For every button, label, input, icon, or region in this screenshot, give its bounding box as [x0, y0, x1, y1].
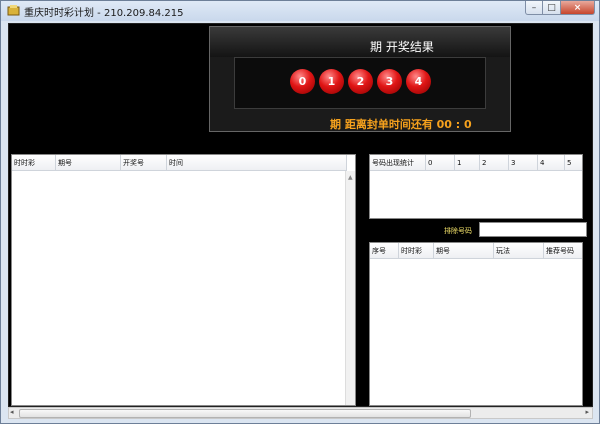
stats-table-header: 号码出现统计 0 1 2 3 4 5: [370, 155, 582, 171]
result-ball: 0: [290, 69, 315, 94]
column-header[interactable]: 0: [426, 155, 455, 171]
window-controls: – □ ×: [525, 1, 595, 15]
column-header[interactable]: 时时彩: [399, 243, 434, 259]
column-header[interactable]: 序号: [370, 243, 399, 259]
stats-table[interactable]: 号码出现统计 0 1 2 3 4 5: [369, 154, 583, 219]
maximize-button[interactable]: □: [543, 1, 561, 15]
history-table[interactable]: 时时彩 期号 开奖号 时间 ▲: [11, 154, 356, 406]
column-header[interactable]: 开奖号: [121, 155, 167, 171]
scrollbar-thumb[interactable]: [19, 409, 471, 418]
column-header[interactable]: 时时彩: [12, 155, 56, 171]
close-button[interactable]: ×: [561, 1, 595, 15]
minimize-button[interactable]: –: [525, 1, 543, 15]
app-window: 重庆时时彩计划 - 210.209.84.215 – □ × 期 开奖结果 0 …: [0, 0, 600, 424]
recommend-table-header: 序号 时时彩 期号 玩法 推荐号码: [370, 243, 582, 259]
countdown-text: 期 距离封单时间还有 00 : 0: [330, 118, 472, 131]
column-header[interactable]: 时间: [167, 155, 347, 171]
main-area: 期 开奖结果 0 1 2 3 4 期 距离封单时间还有 00 : 0 时时彩 期…: [8, 23, 593, 407]
column-header[interactable]: 号码出现统计: [370, 155, 426, 171]
app-icon: [7, 5, 20, 16]
scroll-up-icon[interactable]: ▲: [348, 174, 353, 181]
window-title: 重庆时时彩计划 - 210.209.84.215: [24, 8, 184, 19]
title-bar[interactable]: 重庆时时彩计划 - 210.209.84.215 – □ ×: [1, 1, 599, 21]
column-header[interactable]: 3: [509, 155, 538, 171]
result-ball: 1: [319, 69, 344, 94]
result-ball: 3: [377, 69, 402, 94]
column-header[interactable]: 推荐号码: [544, 243, 582, 259]
result-ball: 4: [406, 69, 431, 94]
column-header[interactable]: 期号: [434, 243, 494, 259]
column-header[interactable]: 4: [538, 155, 565, 171]
exclude-label: 排除号码: [444, 227, 472, 235]
history-table-header: 时时彩 期号 开奖号 时间: [12, 155, 347, 171]
board-header: [210, 27, 510, 57]
minimize-icon: –: [531, 2, 537, 13]
result-balls: 0 1 2 3 4: [290, 69, 431, 94]
column-header[interactable]: 1: [455, 155, 480, 171]
close-icon: ×: [573, 2, 582, 13]
history-scrollbar[interactable]: ▲: [345, 171, 355, 405]
column-header[interactable]: 5: [565, 155, 582, 171]
exclude-input[interactable]: [479, 222, 587, 237]
recommend-table[interactable]: 序号 时时彩 期号 玩法 推荐号码: [369, 242, 583, 406]
scroll-right-icon[interactable]: ▸: [585, 408, 589, 416]
column-header[interactable]: 期号: [56, 155, 121, 171]
maximize-icon: □: [547, 2, 556, 13]
result-title: 期 开奖结果: [370, 40, 434, 54]
horizontal-scrollbar[interactable]: ◂ ▸: [8, 407, 593, 419]
scroll-left-icon[interactable]: ◂: [10, 408, 14, 416]
column-header[interactable]: 2: [480, 155, 509, 171]
result-ball: 2: [348, 69, 373, 94]
result-board: 期 开奖结果 0 1 2 3 4 期 距离封单时间还有 00 : 0: [209, 26, 511, 132]
column-header[interactable]: 玩法: [494, 243, 544, 259]
